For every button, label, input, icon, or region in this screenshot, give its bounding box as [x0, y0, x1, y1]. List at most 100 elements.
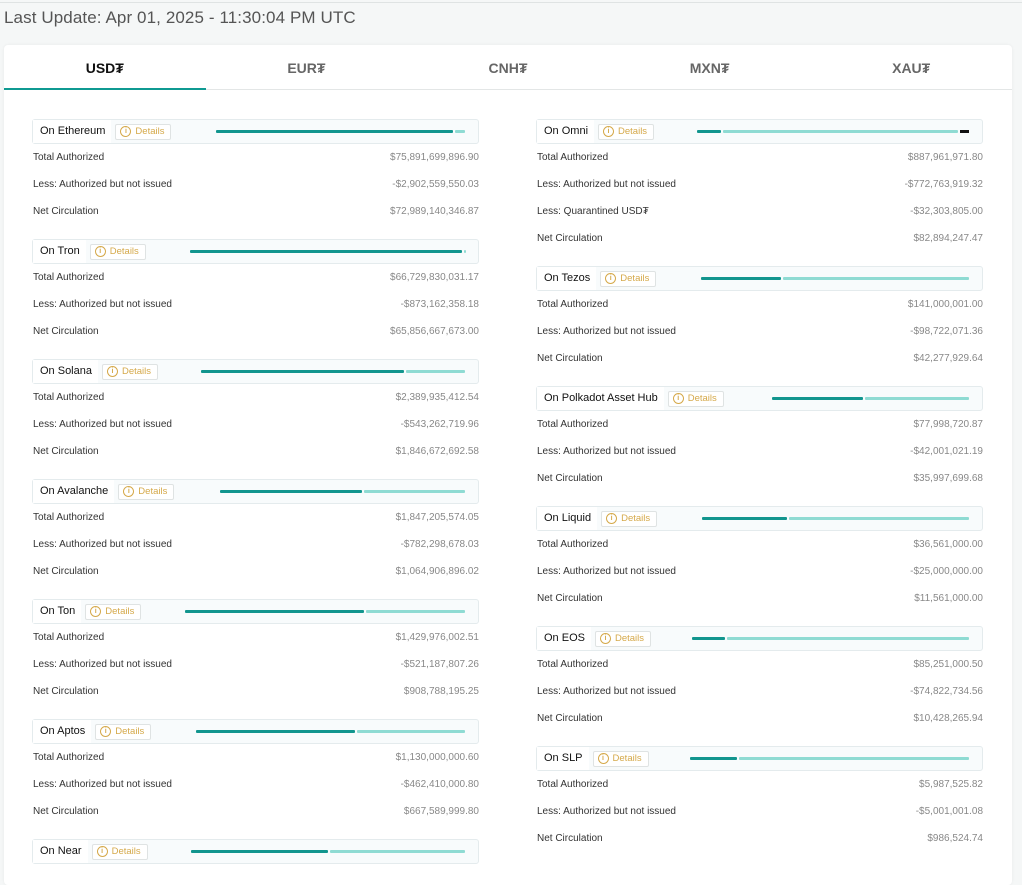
chain-card-tezos: On Tezos i Details Total Authorized $141,000…: [536, 266, 983, 372]
row-value: -$25,000,000.00: [910, 566, 983, 577]
row-label: Net Circulation: [537, 473, 603, 484]
row-value: -$32,303,805.00: [910, 206, 983, 217]
chain-card-liquid: On Liquid i Details Total Authorized $36,561…: [536, 506, 983, 612]
tab-usdt[interactable]: USD₮: [4, 45, 206, 90]
details-button[interactable]: i Details: [115, 123, 172, 140]
issuance-bar: [216, 130, 465, 133]
tab-cnht[interactable]: CNH₮: [407, 45, 609, 89]
details-button[interactable]: i Details: [667, 390, 724, 407]
issued-segment: [702, 517, 787, 520]
details-button[interactable]: i Details: [601, 510, 658, 527]
row-label: Net Circulation: [33, 686, 99, 697]
top-divider: [0, 2, 1022, 3]
chain-header: On Near i Details: [32, 839, 479, 864]
supply-row: Total Authorized $77,998,720.87: [536, 411, 983, 438]
row-label: Less: Authorized but not issued: [537, 806, 676, 817]
issuance-bar: [690, 757, 969, 760]
row-label: Total Authorized: [537, 419, 609, 430]
issued-segment: [701, 277, 781, 280]
chain-header: On Polkadot Asset Hub i Details: [536, 386, 983, 411]
row-value: $35,997,699.68: [913, 473, 983, 484]
currency-tabs: USD₮ EUR₮ CNH₮ MXN₮ XAU₮: [4, 45, 1012, 90]
details-label: Details: [612, 753, 642, 764]
details-button[interactable]: i Details: [598, 123, 655, 140]
details-label: Details: [621, 513, 651, 524]
details-label: Details: [105, 606, 135, 617]
chain-card-polkadot-asset-hub: On Polkadot Asset Hub i Details Total Autho…: [536, 386, 983, 492]
supply-row: Net Circulation $65,856,667,673.00: [32, 318, 479, 345]
row-label: Net Circulation: [537, 833, 603, 844]
chain-name: On Solana: [33, 360, 98, 383]
chain-name: On Aptos: [33, 720, 92, 743]
issued-segment: [196, 730, 355, 733]
supply-row: Net Circulation $908,788,195.25: [32, 678, 479, 705]
details-button[interactable]: i Details: [600, 270, 657, 287]
supply-row: Total Authorized $36,561,000.00: [536, 531, 983, 558]
chain-card-tron: On Tron i Details Total Authorized $66,729,8…: [32, 239, 479, 345]
row-value: $1,130,000,000.60: [395, 752, 479, 763]
row-label: Net Circulation: [537, 353, 603, 364]
issued-segment: [772, 397, 863, 400]
details-button[interactable]: i Details: [118, 483, 175, 500]
chain-name: On Avalanche: [33, 480, 115, 503]
details-button[interactable]: i Details: [85, 603, 142, 620]
row-value: $1,064,906,896.02: [395, 566, 479, 577]
issued-segment: [191, 850, 328, 853]
row-value: $11,561,000.00: [914, 593, 983, 604]
unissued-segment: [330, 850, 465, 853]
tab-eurt[interactable]: EUR₮: [206, 45, 408, 89]
chain-name: On SLP: [537, 747, 589, 770]
details-button[interactable]: i Details: [594, 630, 652, 647]
row-label: Net Circulation: [33, 566, 99, 577]
supply-row: Less: Authorized but not issued -$462,410…: [32, 771, 479, 798]
supply-row: Net Circulation $1,064,906,896.02: [32, 558, 479, 585]
row-label: Less: Authorized but not issued: [537, 686, 676, 697]
issued-segment: [697, 130, 721, 133]
unissued-segment: [406, 370, 465, 373]
row-label: Less: Authorized but not issued: [33, 299, 172, 310]
issued-segment: [220, 490, 362, 493]
chain-header: On Ton i Details: [32, 599, 479, 624]
details-label: Details: [614, 633, 645, 644]
row-value: -$782,298,678.03: [400, 539, 479, 550]
row-label: Net Circulation: [33, 326, 99, 337]
unissued-segment: [739, 757, 969, 760]
row-value: -$543,262,719.96: [400, 419, 479, 430]
row-value: $2,389,935,412.54: [395, 392, 479, 403]
issuance-bar: [190, 250, 466, 253]
details-button[interactable]: i Details: [89, 243, 146, 260]
chain-name: On Ton: [33, 600, 82, 623]
row-label: Total Authorized: [33, 392, 105, 403]
supply-row: Total Authorized $66,729,830,031.17: [32, 264, 479, 291]
details-button[interactable]: i Details: [101, 363, 159, 380]
details-button[interactable]: i Details: [592, 750, 649, 767]
supply-row: Less: Authorized but not issued -$42,001,…: [536, 438, 983, 465]
details-button[interactable]: i Details: [91, 843, 148, 860]
details-button[interactable]: i Details: [95, 723, 152, 740]
row-label: Net Circulation: [537, 713, 603, 724]
info-icon: i: [599, 633, 611, 644]
info-icon: i: [100, 726, 112, 737]
supply-row: Total Authorized $1,429,976,002.51: [32, 624, 479, 651]
chain-name: On Ethereum: [33, 120, 112, 143]
row-value: $1,846,672,692.58: [395, 446, 479, 457]
details-label: Details: [109, 246, 139, 257]
supply-row: Net Circulation $72,989,140,346.87: [32, 198, 479, 225]
unissued-segment: [789, 517, 969, 520]
row-label: Total Authorized: [537, 539, 609, 550]
row-value: $65,856,667,673.00: [390, 326, 479, 337]
chains-left-column: On Ethereum i Details Total Authorized $75,8…: [32, 119, 479, 864]
supply-row: Net Circulation $35,997,699.68: [536, 465, 983, 492]
chain-name: On Liquid: [537, 507, 598, 530]
row-value: $141,000,001.00: [907, 299, 983, 310]
row-label: Less: Authorized but not issued: [33, 659, 172, 670]
supply-row: Net Circulation $667,589,999.80: [32, 798, 479, 825]
supply-row: Total Authorized $85,251,000.50: [536, 651, 983, 678]
tab-mxnt[interactable]: MXN₮: [609, 45, 811, 89]
row-label: Less: Quarantined USD₮: [537, 206, 649, 217]
chain-card-ethereum: On Ethereum i Details Total Authorized $75,8…: [32, 119, 479, 225]
row-value: $1,847,205,574.05: [395, 512, 479, 523]
supply-row: Less: Authorized but not issued -$25,000,…: [536, 558, 983, 585]
tab-xaut[interactable]: XAU₮: [810, 45, 1012, 89]
chain-header: On Ethereum i Details: [32, 119, 479, 144]
